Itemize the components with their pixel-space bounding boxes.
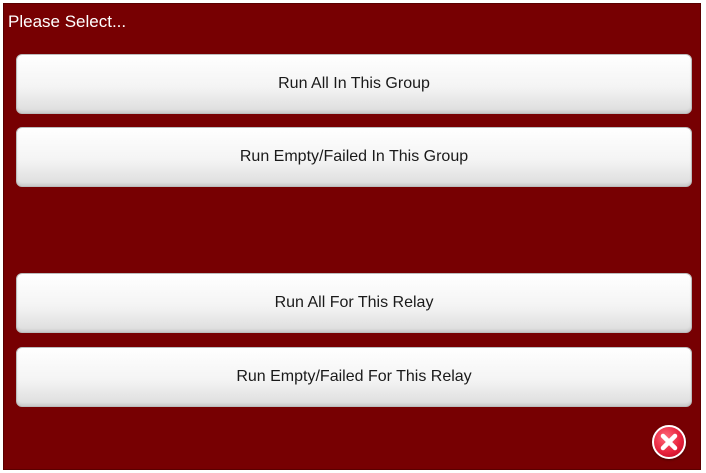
select-dialog: Please Select... Run All In This Group R… xyxy=(3,3,701,470)
run-all-for-relay-button[interactable]: Run All For This Relay xyxy=(16,273,692,333)
run-all-in-group-button[interactable]: Run All In This Group xyxy=(16,54,692,114)
run-empty-failed-in-group-button[interactable]: Run Empty/Failed In This Group xyxy=(16,127,692,187)
close-button[interactable] xyxy=(652,425,686,459)
close-x-icon xyxy=(660,433,678,451)
dialog-title: Please Select... xyxy=(8,12,127,31)
run-empty-failed-for-relay-button[interactable]: Run Empty/Failed For This Relay xyxy=(16,347,692,407)
